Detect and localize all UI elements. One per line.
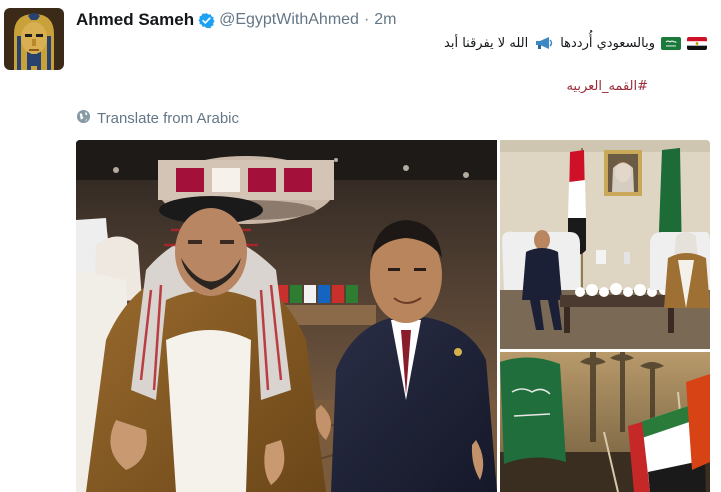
- hashtag-link[interactable]: #القمه_العربيه: [566, 79, 648, 94]
- translate-link[interactable]: Translate from Arabic: [76, 108, 239, 128]
- separator-dot: ·: [363, 11, 370, 28]
- tweet-text: وبالسعودي أُرددها: [560, 35, 655, 51]
- pharaoh-mask-avatar-icon: [4, 8, 64, 70]
- tweet-text-secondary: الله لا يفرقنا أبد: [444, 35, 529, 51]
- tweet-header: Ahmed Sameh @EgyptWithAhmed · 2m: [76, 8, 397, 32]
- photo-meeting-room[interactable]: [500, 140, 710, 349]
- egypt-flag-icon: [687, 36, 707, 50]
- tweet-text-line: الله لا يفرقنا أبد وبالسعودي أُرددها: [444, 34, 707, 52]
- megaphone-icon: [534, 36, 554, 50]
- author-display-name[interactable]: Ahmed Sameh: [76, 10, 194, 30]
- verified-badge-icon: [198, 12, 215, 29]
- photo-flags-waving[interactable]: [500, 352, 710, 492]
- media-grid: [76, 140, 710, 492]
- photo-summit-greeting[interactable]: [76, 140, 497, 492]
- translate-label: Translate from Arabic: [97, 109, 239, 127]
- author-handle[interactable]: @EgyptWithAhmed: [219, 11, 359, 29]
- saudi-flag-icon: [661, 36, 681, 50]
- timestamp[interactable]: 2m: [374, 11, 396, 29]
- avatar[interactable]: [4, 8, 64, 70]
- globe-icon: [76, 109, 91, 128]
